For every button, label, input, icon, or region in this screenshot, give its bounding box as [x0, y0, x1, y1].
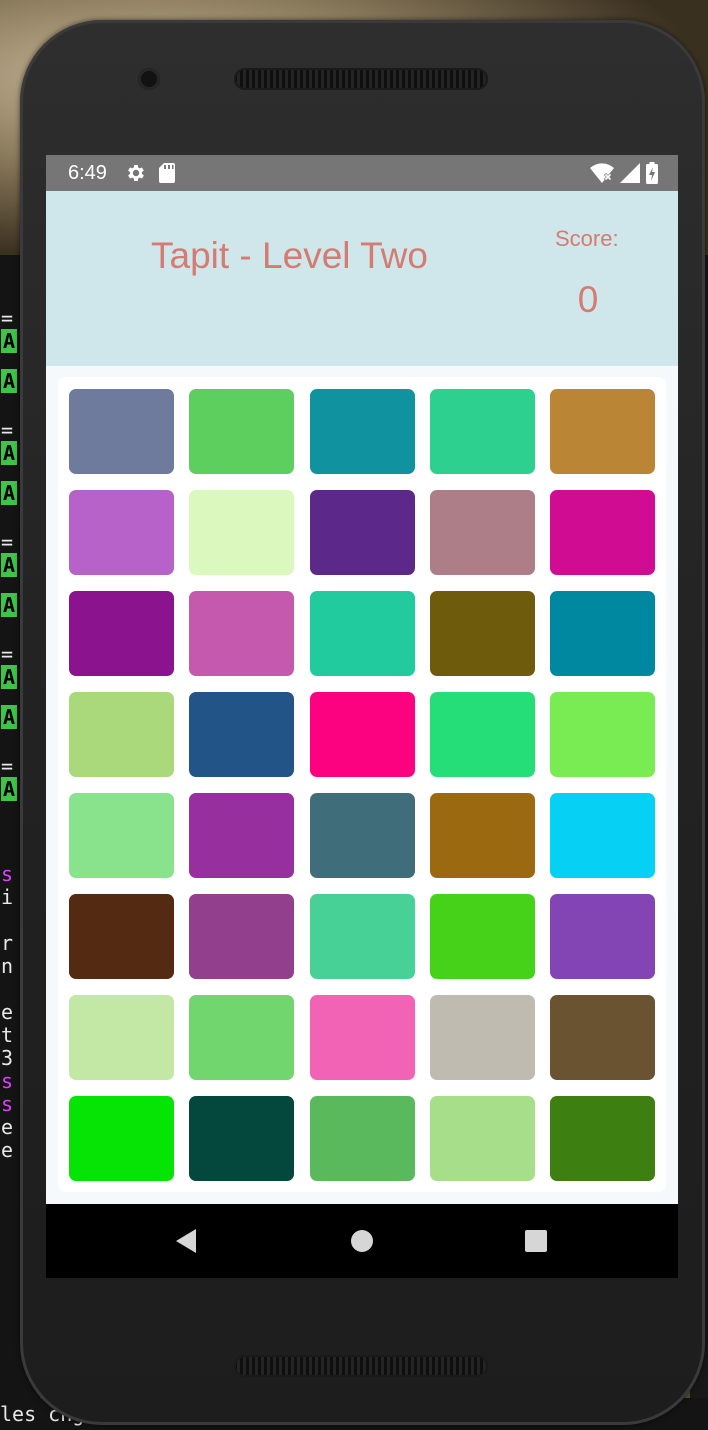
status-time: 6:49	[68, 161, 107, 184]
score-value: 0	[577, 279, 599, 320]
terminal-text: n	[1, 954, 14, 978]
terminal-badge: A	[1, 441, 18, 465]
color-tile[interactable]	[189, 591, 294, 676]
color-tile[interactable]	[69, 793, 174, 878]
color-tile[interactable]	[69, 389, 174, 474]
home-icon[interactable]	[351, 1230, 373, 1252]
color-tile[interactable]	[310, 490, 415, 575]
status-bar: 6:49	[46, 155, 678, 191]
color-tile[interactable]	[310, 591, 415, 676]
color-tile[interactable]	[550, 1096, 655, 1181]
terminal-text: s	[1, 862, 14, 886]
terminal-badge: A	[1, 369, 18, 393]
color-tile[interactable]	[430, 894, 535, 979]
color-tile[interactable]	[189, 389, 294, 474]
terminal-text: e	[1, 1138, 14, 1162]
color-tile[interactable]	[430, 490, 535, 575]
color-tile[interactable]	[430, 591, 535, 676]
terminal-text: =	[1, 754, 14, 778]
color-tile[interactable]	[69, 894, 174, 979]
color-tile[interactable]	[430, 692, 535, 777]
color-tile[interactable]	[310, 1096, 415, 1181]
terminal-badge: A	[1, 777, 18, 801]
terminal-text: s	[1, 1069, 14, 1093]
color-tile[interactable]	[430, 389, 535, 474]
front-camera	[138, 68, 160, 90]
settings-gear-icon	[128, 165, 144, 181]
terminal-text: i	[1, 885, 14, 909]
color-tile[interactable]	[189, 490, 294, 575]
wifi-off-icon	[590, 163, 614, 183]
terminal-badge: A	[1, 329, 18, 353]
color-tile[interactable]	[430, 1096, 535, 1181]
terminal-text: t	[1, 1023, 14, 1047]
color-tile[interactable]	[189, 692, 294, 777]
color-tile-grid	[58, 377, 666, 1192]
terminal-badge: A	[1, 553, 18, 577]
navigation-bar	[46, 1204, 678, 1278]
color-tile[interactable]	[310, 995, 415, 1080]
color-tile[interactable]	[550, 389, 655, 474]
terminal-text: e	[1, 1115, 14, 1139]
color-tile[interactable]	[69, 692, 174, 777]
terminal-badge: A	[1, 481, 18, 505]
terminal-badge: A	[1, 593, 18, 617]
terminal-text: =	[1, 642, 14, 666]
color-tile[interactable]	[550, 894, 655, 979]
color-tile[interactable]	[189, 793, 294, 878]
phone-screen: 6:49 Tapit - Level Two Score: 0	[46, 155, 678, 1278]
color-tile[interactable]	[310, 389, 415, 474]
bottom-speaker-grille	[234, 1355, 488, 1377]
battery-charging-icon	[646, 162, 658, 184]
app-header: Tapit - Level Two Score: 0	[46, 191, 678, 366]
sd-card-icon	[158, 163, 175, 183]
color-tile[interactable]	[310, 692, 415, 777]
color-tile[interactable]	[430, 995, 535, 1080]
terminal-text: r	[1, 931, 14, 955]
color-tile[interactable]	[550, 793, 655, 878]
color-tile[interactable]	[310, 793, 415, 878]
color-tile[interactable]	[310, 894, 415, 979]
color-tile[interactable]	[189, 1096, 294, 1181]
color-tile[interactable]	[550, 490, 655, 575]
terminal-text: =	[1, 306, 14, 330]
color-tile[interactable]	[69, 995, 174, 1080]
color-tile[interactable]	[430, 793, 535, 878]
terminal-badge: A	[1, 705, 18, 729]
score-label: Score:	[555, 226, 619, 251]
terminal-badge: A	[1, 665, 18, 689]
recent-apps-icon[interactable]	[525, 1230, 547, 1252]
back-icon[interactable]	[174, 1229, 198, 1253]
color-tile[interactable]	[69, 490, 174, 575]
color-tile[interactable]	[550, 692, 655, 777]
terminal-text: s	[1, 1092, 14, 1116]
terminal-text: =	[1, 530, 14, 554]
color-tile[interactable]	[189, 894, 294, 979]
color-tile[interactable]	[69, 1096, 174, 1181]
color-tile[interactable]	[69, 591, 174, 676]
color-tile[interactable]	[189, 995, 294, 1080]
color-tile[interactable]	[550, 995, 655, 1080]
game-title: Tapit - Level Two	[151, 235, 428, 276]
color-tile[interactable]	[550, 591, 655, 676]
top-speaker-grille	[234, 68, 488, 90]
terminal-text: 3	[1, 1046, 14, 1070]
terminal-text: =	[1, 418, 14, 442]
terminal-text: e	[1, 1000, 14, 1024]
signal-icon	[620, 163, 640, 183]
